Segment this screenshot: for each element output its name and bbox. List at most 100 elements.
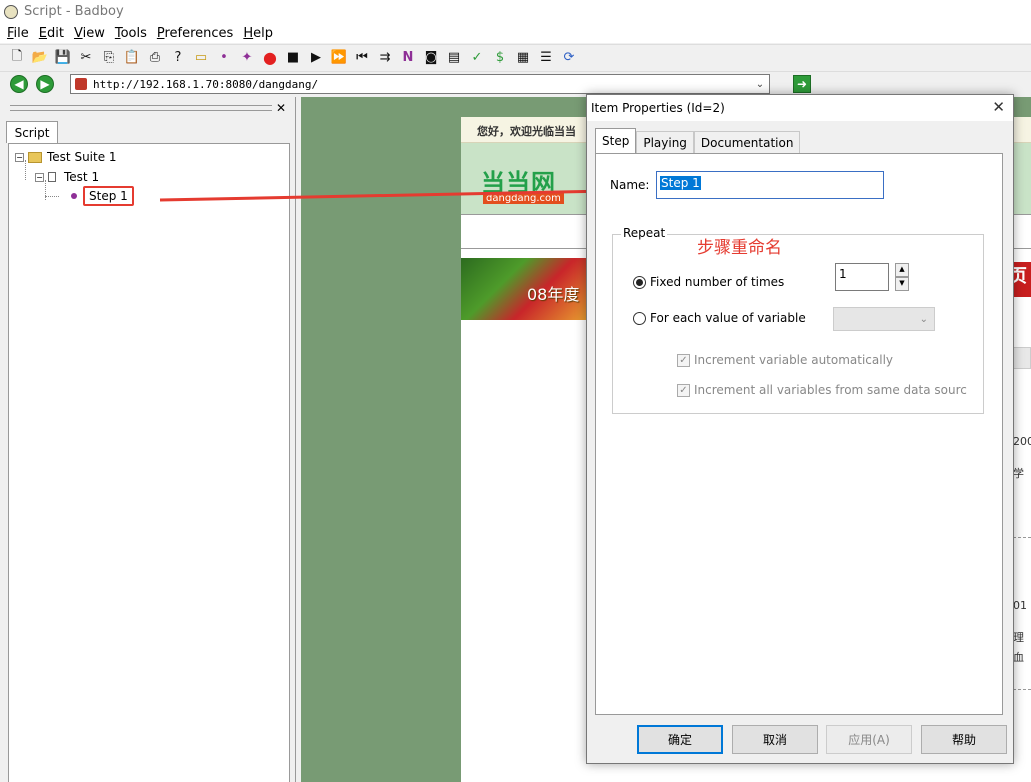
forward-icon[interactable]: ▶	[36, 75, 54, 93]
page-fragment: 200	[1013, 435, 1031, 448]
navigation-icon[interactable]: N	[399, 49, 417, 67]
copy-icon[interactable]: ⎘	[100, 49, 118, 67]
script-tree: − Test Suite 1 − Test 1 Step 1	[8, 143, 290, 782]
new-icon[interactable]: 🗋	[8, 49, 26, 67]
page-fragment: 血	[1013, 651, 1024, 664]
rewind-icon[interactable]: ⏮	[353, 49, 371, 67]
tree-item-label: Test Suite 1	[47, 150, 117, 164]
dialog-titlebar[interactable]: Item Properties (Id=2) ✕	[587, 95, 1013, 121]
test-icon	[48, 172, 56, 182]
repeat-label: Repeat	[621, 226, 668, 240]
increment-auto-checkbox[interactable]: ✓ Increment variable automatically	[677, 353, 977, 367]
page-fragment: 学	[1013, 467, 1024, 480]
help-icon[interactable]: ?	[169, 49, 187, 67]
collapse-icon[interactable]: −	[35, 172, 44, 182]
name-value: Step 1	[660, 176, 701, 190]
cancel-button[interactable]: 取消	[732, 725, 818, 754]
annotation-text: 步骤重命名	[697, 238, 782, 258]
promo-banner[interactable]: 08年度	[461, 258, 589, 320]
repeat-group: Repeat 步骤重命名 Fixed number of times 1 ▲ ▼…	[612, 226, 984, 414]
tree-item-test[interactable]: − Test 1	[35, 170, 99, 184]
fixed-times-radio[interactable]: Fixed number of times	[633, 275, 784, 289]
chevron-down-icon: ⌄	[919, 313, 928, 325]
screenshot-icon[interactable]: ◙	[422, 49, 440, 67]
menu-help[interactable]: Help	[238, 26, 278, 41]
menu-view[interactable]: View	[69, 26, 110, 41]
repeat-count-field[interactable]: 1	[835, 263, 889, 291]
tab-documentation[interactable]: Documentation	[693, 131, 801, 153]
ok-button[interactable]: 确定	[637, 725, 723, 754]
increment-all-label: Increment all variables from same data s…	[694, 383, 967, 397]
badboy-app-icon	[4, 4, 18, 19]
open-icon[interactable]: 📂	[31, 49, 49, 67]
dangdang-logo-en: dangdang.com	[483, 193, 564, 204]
title-bar: Script - Badboy	[0, 0, 1031, 23]
step-icon	[71, 193, 77, 199]
cut-icon[interactable]: ✂	[77, 49, 95, 67]
close-icon[interactable]: ✕	[276, 101, 286, 115]
chevron-down-icon[interactable]: ⌄	[753, 76, 767, 92]
step-forward-icon[interactable]: ⇉	[376, 49, 394, 67]
save-icon[interactable]: 💾	[54, 49, 72, 67]
increment-all-checkbox[interactable]: ✓ Increment all variables from same data…	[677, 383, 977, 397]
repeat-count-stepper[interactable]: ▲ ▼	[895, 263, 909, 291]
variable-select[interactable]: ⌄	[833, 307, 935, 331]
name-field[interactable]: Step 1	[656, 171, 884, 199]
dialog-title: Item Properties (Id=2)	[591, 101, 725, 115]
menu-preferences[interactable]: Preferences	[152, 26, 238, 41]
page-fragment: 理	[1013, 631, 1024, 644]
tab-playing[interactable]: Playing	[636, 131, 694, 153]
close-icon[interactable]: ✕	[992, 98, 1005, 116]
tree-item-step[interactable]: Step 1	[71, 186, 134, 206]
apply-button[interactable]: 应用(A)	[826, 725, 912, 754]
report-icon[interactable]: ▤	[445, 49, 463, 67]
variable-icon[interactable]: $	[491, 49, 509, 67]
banner-text: 08年度	[527, 285, 580, 304]
tree-item-test-suite[interactable]: − Test Suite 1	[15, 150, 117, 164]
go-icon[interactable]: ➜	[793, 75, 811, 93]
page-fragment: C,	[1017, 303, 1028, 314]
each-variable-radio[interactable]: For each value of variable	[633, 311, 806, 325]
tab-step[interactable]: Step	[595, 128, 637, 153]
spin-up-icon[interactable]: ▲	[895, 263, 909, 277]
collapse-icon[interactable]: −	[15, 152, 24, 162]
stop-icon[interactable]: ■	[284, 49, 302, 67]
radio-icon	[633, 311, 646, 325]
tree-item-label: Test 1	[64, 170, 100, 184]
menu-tools[interactable]: Tools	[110, 26, 152, 41]
assertion-icon[interactable]: ✓	[468, 49, 486, 67]
back-icon[interactable]: ◀	[10, 75, 28, 93]
spin-down-icon[interactable]: ▼	[895, 277, 909, 291]
toolbar: 🗋 📂 💾 ✂ ⎘ 📋 ⎙ ? ▭ • ✦ ● ■ ▶ ⏩ ⏮ ⇉ N ◙ ▤ …	[0, 44, 1031, 70]
menu-bar: File Edit View Tools Preferences Help	[0, 23, 1031, 43]
play-all-icon[interactable]: ⏩	[330, 49, 348, 67]
pane-grip[interactable]	[10, 105, 272, 111]
record-icon[interactable]: ●	[261, 48, 279, 67]
graph-icon[interactable]: ☰	[537, 49, 555, 67]
tree-item-label: Step 1	[83, 186, 134, 206]
refresh-icon[interactable]: ⟳	[560, 49, 578, 67]
url-input[interactable]: http://192.168.1.70:8080/dangdang/ ⌄	[70, 74, 770, 94]
folder-icon	[28, 151, 42, 163]
fixed-times-label: Fixed number of times	[650, 275, 785, 289]
favicon-icon	[75, 78, 87, 90]
menu-edit[interactable]: Edit	[34, 26, 69, 41]
help-button[interactable]: 帮助	[921, 725, 1007, 754]
tab-script[interactable]: Script	[6, 121, 58, 143]
add-item-icon[interactable]: ✦	[238, 49, 256, 67]
dialog-body: Name: Step 1 Repeat 步骤重命名 Fixed number o…	[595, 153, 1003, 715]
page-strip	[1013, 347, 1031, 369]
url-text: http://192.168.1.70:8080/dangdang/	[93, 77, 319, 91]
address-bar: ◀ ▶ http://192.168.1.70:8080/dangdang/ ⌄…	[0, 71, 1031, 96]
add-suite-icon[interactable]: ▭	[192, 49, 210, 67]
paste-icon[interactable]: 📋	[123, 49, 141, 67]
print-icon[interactable]: ⎙	[146, 49, 164, 67]
divider	[1013, 689, 1031, 690]
item-properties-dialog: Item Properties (Id=2) ✕ Step Playing Do…	[586, 94, 1014, 764]
name-label: Name:	[610, 178, 650, 192]
table-icon[interactable]: ▦	[514, 49, 532, 67]
increment-auto-label: Increment variable automatically	[694, 353, 894, 367]
play-icon[interactable]: ▶	[307, 49, 325, 67]
menu-file[interactable]: File	[2, 26, 34, 41]
add-step-icon[interactable]: •	[215, 49, 233, 67]
